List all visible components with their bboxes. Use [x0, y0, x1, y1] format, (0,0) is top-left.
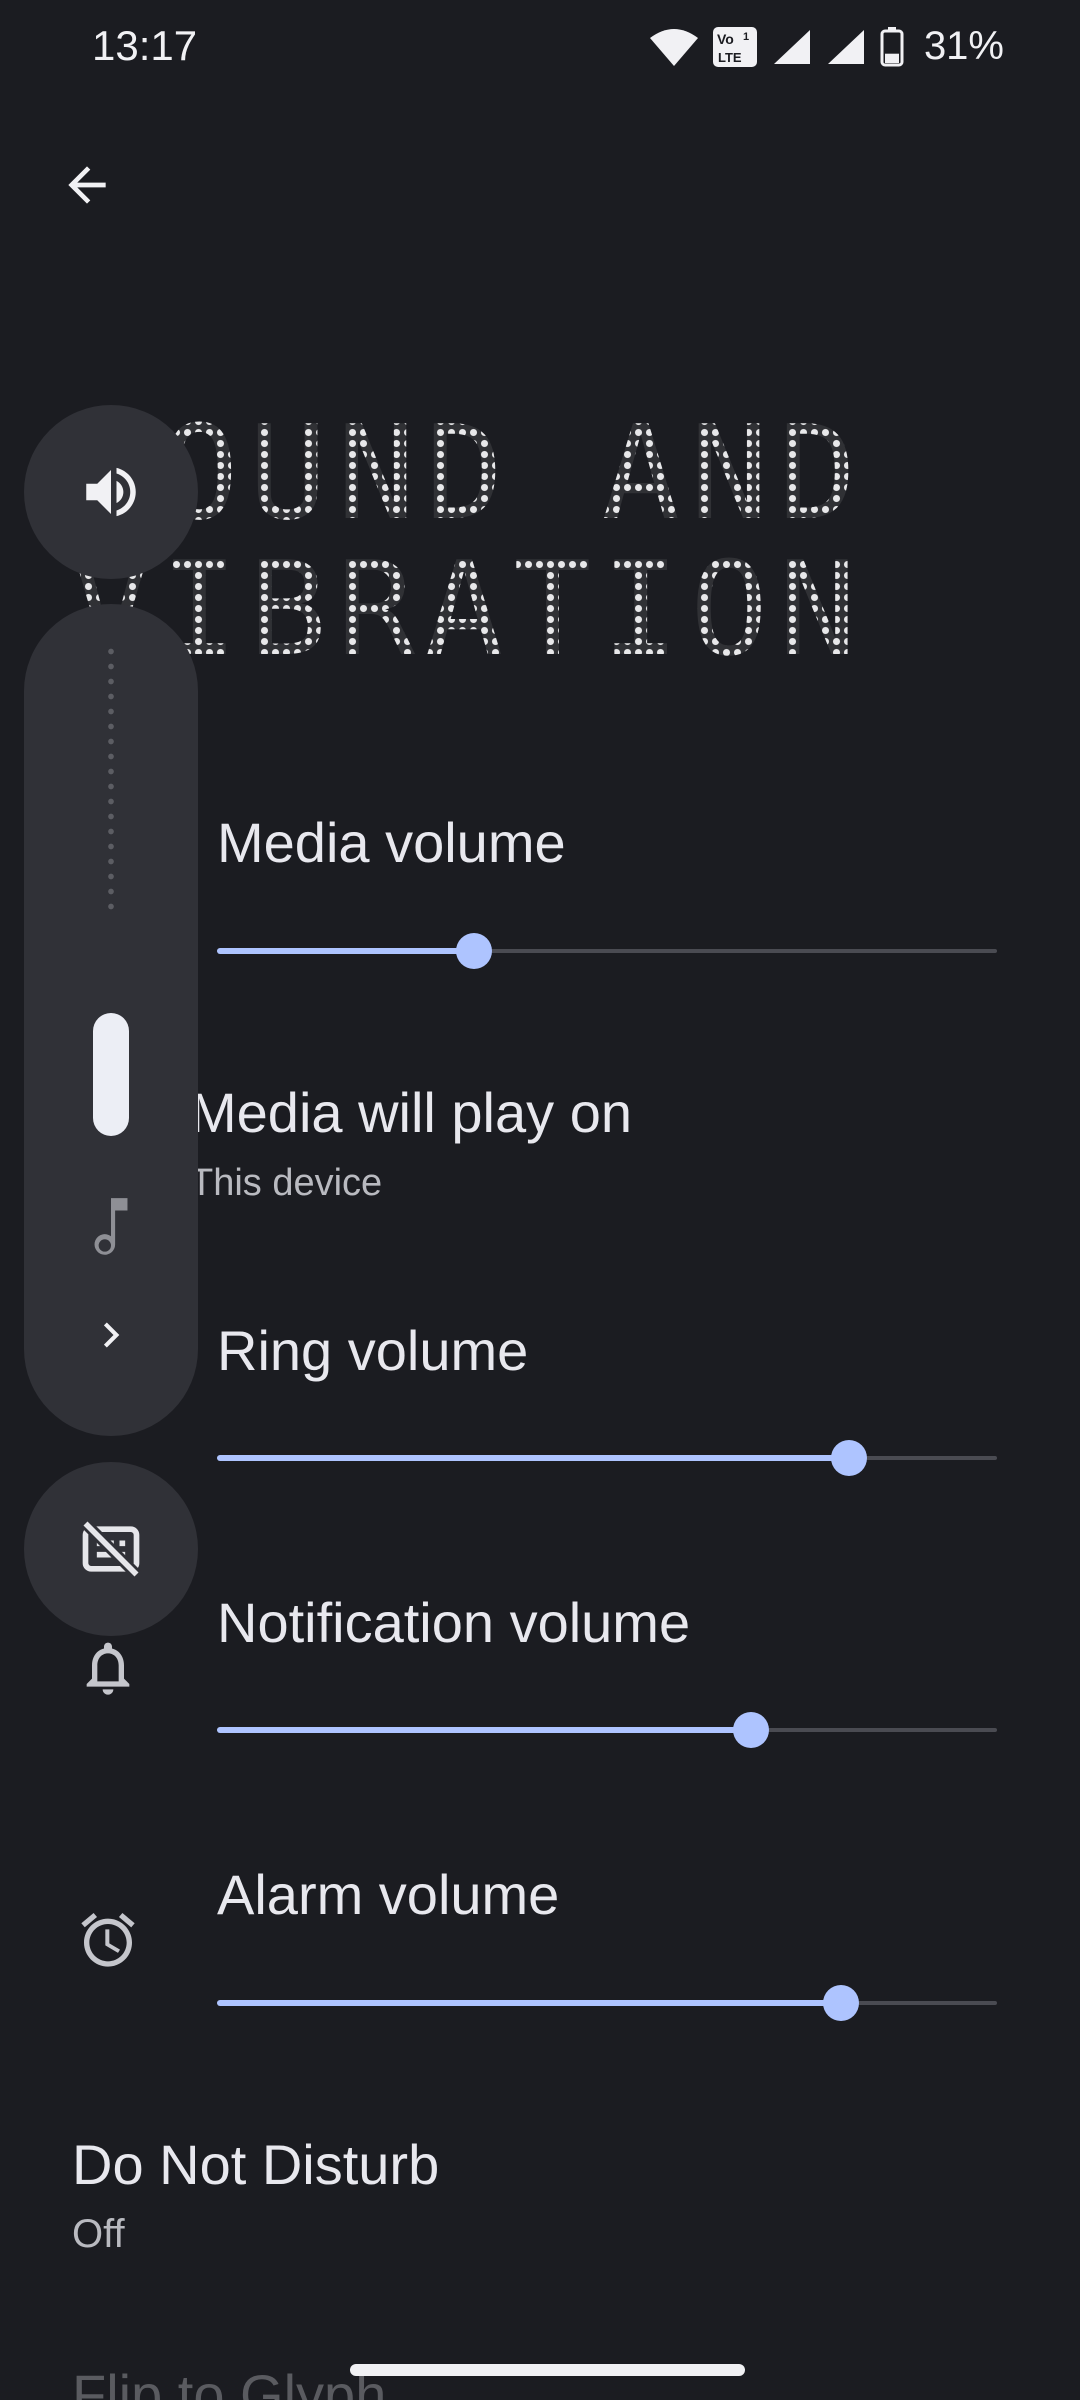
battery-percent: 31% — [923, 24, 1004, 68]
flip-to-glyph-title[interactable]: Flip to Glyph — [72, 2362, 386, 2400]
alarm-clock-icon — [81, 1912, 135, 1967]
back-button[interactable] — [52, 150, 122, 220]
dnd-title[interactable]: Do Not Disturb — [72, 2132, 439, 2197]
alarm-volume-slider[interactable] — [217, 1985, 997, 2021]
notification-volume-slider[interactable] — [217, 1712, 997, 1748]
slider-thumb[interactable] — [733, 1712, 770, 1748]
notification-volume-label: Notification volume — [217, 1591, 691, 1654]
media-output-title[interactable]: Media will play on — [190, 1080, 632, 1145]
slider-fill — [217, 2000, 841, 2006]
page-title: SOUND AND VIBRATION — [72, 405, 866, 677]
media-volume-label: Media volume — [217, 811, 566, 874]
status-icons: Vo 1 LTE 31% — [649, 24, 1004, 69]
wifi-icon — [649, 28, 698, 66]
volte-sim-text: 1 — [743, 31, 749, 43]
volume-panel — [24, 604, 198, 1436]
volume-slider-dots — [108, 644, 114, 912]
live-caption-button[interactable] — [24, 1462, 198, 1636]
volte-top-text: Vo — [717, 31, 734, 47]
volume-up-icon — [86, 467, 136, 517]
ring-volume-label: Ring volume — [217, 1319, 529, 1382]
dnd-status: Off — [72, 2212, 125, 2256]
volume-level-bar[interactable] — [93, 1012, 129, 1136]
ringer-mode-button[interactable] — [24, 405, 198, 579]
media-volume-slider[interactable] — [217, 933, 997, 969]
slider-thumb[interactable] — [456, 933, 493, 969]
music-note-icon — [94, 1198, 128, 1255]
slider-fill — [217, 948, 475, 954]
arrow-back-icon — [68, 166, 106, 204]
slider-fill — [217, 1727, 752, 1733]
sound-settings-screen: 13:17 Vo 1 LTE 31% SOUND AND VIBRATION S… — [0, 0, 1080, 2400]
media-output-subtitle: This device — [190, 1162, 383, 1204]
signal-sim1-icon — [773, 29, 810, 64]
captions-off-icon — [81, 1519, 141, 1579]
volte-icon: Vo 1 LTE — [712, 26, 757, 67]
volte-bottom-text: LTE — [718, 50, 742, 65]
slider-thumb[interactable] — [830, 1440, 867, 1476]
slider-fill — [217, 1455, 849, 1461]
slider-thumb[interactable] — [823, 1985, 859, 2021]
battery-icon — [880, 26, 904, 66]
signal-sim2-icon — [827, 29, 864, 64]
alarm-volume-label: Alarm volume — [217, 1863, 560, 1926]
bell-icon — [86, 1642, 130, 1695]
ring-volume-slider[interactable] — [217, 1440, 997, 1476]
chevron-right-icon[interactable] — [86, 1310, 136, 1360]
status-time: 13:17 — [92, 22, 198, 69]
home-indicator[interactable] — [350, 2364, 745, 2376]
